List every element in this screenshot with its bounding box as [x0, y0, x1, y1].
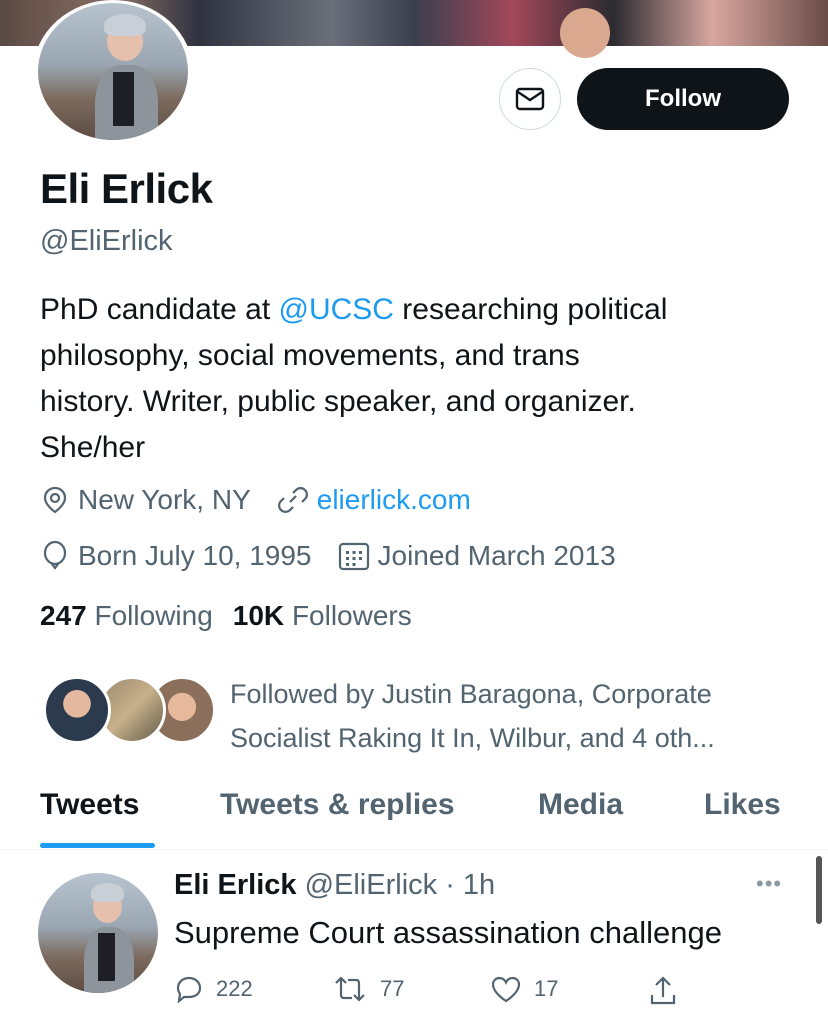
- location-icon: [43, 486, 67, 514]
- bio-mention-link[interactable]: @UCSC: [279, 293, 394, 326]
- bio-line-3: history. Writer, public speaker, and org…: [40, 385, 636, 418]
- like-button[interactable]: 17: [490, 975, 558, 1003]
- like-icon: [491, 976, 521, 1003]
- retweet-button[interactable]: 77: [332, 975, 404, 1003]
- more-icon[interactable]: •••: [756, 871, 782, 897]
- followed-by-section[interactable]: Followed by Justin Baragona, Corporate S…: [40, 670, 800, 760]
- followers-label: Followers: [291, 600, 412, 631]
- like-count: 17: [534, 976, 559, 1001]
- bio-line-2: philosophy, social movements, and trans: [40, 339, 580, 372]
- avatar-figure-shirt: [113, 71, 134, 127]
- followers-stat[interactable]: 10K Followers: [233, 600, 412, 631]
- tab-likes[interactable]: Likes: [704, 788, 781, 822]
- bio-line-4: She/her: [40, 431, 146, 464]
- follow-stats: 247 Following 10K Followers: [40, 600, 412, 632]
- reply-button[interactable]: 222: [174, 975, 253, 1003]
- avatar-figure-hair: [104, 13, 146, 36]
- joined-text: Joined March 2013: [377, 540, 616, 571]
- followed-by-text: Followed by Justin Baragona, Corporate S…: [230, 672, 800, 760]
- followed-by-line: Socialist Raking It In, Wilbur, and 4 ot…: [230, 723, 715, 753]
- birthday-text: Born July 10, 1995: [78, 540, 312, 571]
- message-button[interactable]: [499, 68, 561, 130]
- active-tab-indicator: [40, 843, 155, 848]
- tweet[interactable]: Eli Erlick @EliErlick · 1h ••• Supreme C…: [0, 851, 828, 1026]
- calendar-icon: [338, 542, 369, 571]
- birthday-icon: [43, 540, 67, 570]
- website-link[interactable]: elierlick.com: [317, 484, 471, 516]
- following-label: Following: [94, 600, 213, 631]
- reply-icon: [176, 976, 202, 1003]
- bio-text: PhD candidate at: [40, 293, 279, 326]
- bio-line-1: PhD candidate at @UCSC researching polit…: [40, 287, 800, 333]
- following-count: 247: [40, 600, 87, 631]
- tab-media[interactable]: Media: [538, 788, 623, 822]
- follow-button[interactable]: Follow: [577, 68, 789, 130]
- joined-item: Joined March 2013: [338, 540, 616, 572]
- reply-count: 222: [216, 976, 253, 1001]
- tweet-actions: 222 77 17: [174, 975, 694, 1009]
- link-icon: [277, 487, 308, 513]
- tweet-author-handle[interactable]: @EliErlick: [305, 869, 438, 901]
- profile-meta-row-1: New York, NY elierlick.com: [40, 484, 497, 516]
- tweet-header: Eli Erlick @EliErlick · 1h: [174, 869, 495, 902]
- website-item[interactable]: elierlick.com: [277, 484, 471, 516]
- avatar-figure-hair: [90, 882, 125, 902]
- birthday-item: Born July 10, 1995: [40, 540, 312, 572]
- banner-photo-face: [560, 8, 610, 58]
- profile-bio: PhD candidate at @UCSC researching polit…: [40, 287, 800, 471]
- followers-count: 10K: [232, 600, 285, 631]
- avatar-figure-shirt: [98, 933, 115, 981]
- profile-meta-row-2: Born July 10, 1995 Joined March 2013: [40, 540, 642, 572]
- share-icon: [650, 976, 676, 1005]
- location-item: New York, NY: [40, 484, 251, 516]
- retweet-count: 77: [380, 976, 405, 1001]
- follower-avatar: [43, 676, 111, 744]
- profile-tabs: Tweets Tweets & replies Media Likes: [0, 778, 828, 850]
- tweet-time[interactable]: · 1h: [445, 869, 495, 901]
- mail-icon: [515, 87, 545, 111]
- following-stat[interactable]: 247 Following: [40, 600, 213, 631]
- tweet-author-name[interactable]: Eli Erlick: [174, 869, 297, 901]
- tweet-text: Supreme Court assassination challenge: [174, 915, 722, 950]
- tab-tweets-replies[interactable]: Tweets & replies: [220, 788, 455, 822]
- tweet-author-avatar[interactable]: [38, 873, 158, 993]
- share-button[interactable]: [648, 975, 690, 1007]
- profile-name: Eli Erlick: [40, 165, 213, 212]
- bio-text: researching political: [393, 293, 668, 326]
- retweet-icon: [335, 976, 365, 1002]
- followed-by-line: Followed by Justin Baragona, Corporate: [230, 679, 712, 709]
- profile-avatar[interactable]: [38, 3, 188, 140]
- location-text: New York, NY: [78, 484, 251, 515]
- scrollbar[interactable]: [816, 856, 822, 924]
- profile-handle: @EliErlick: [40, 225, 173, 257]
- tab-tweets[interactable]: Tweets: [40, 788, 139, 822]
